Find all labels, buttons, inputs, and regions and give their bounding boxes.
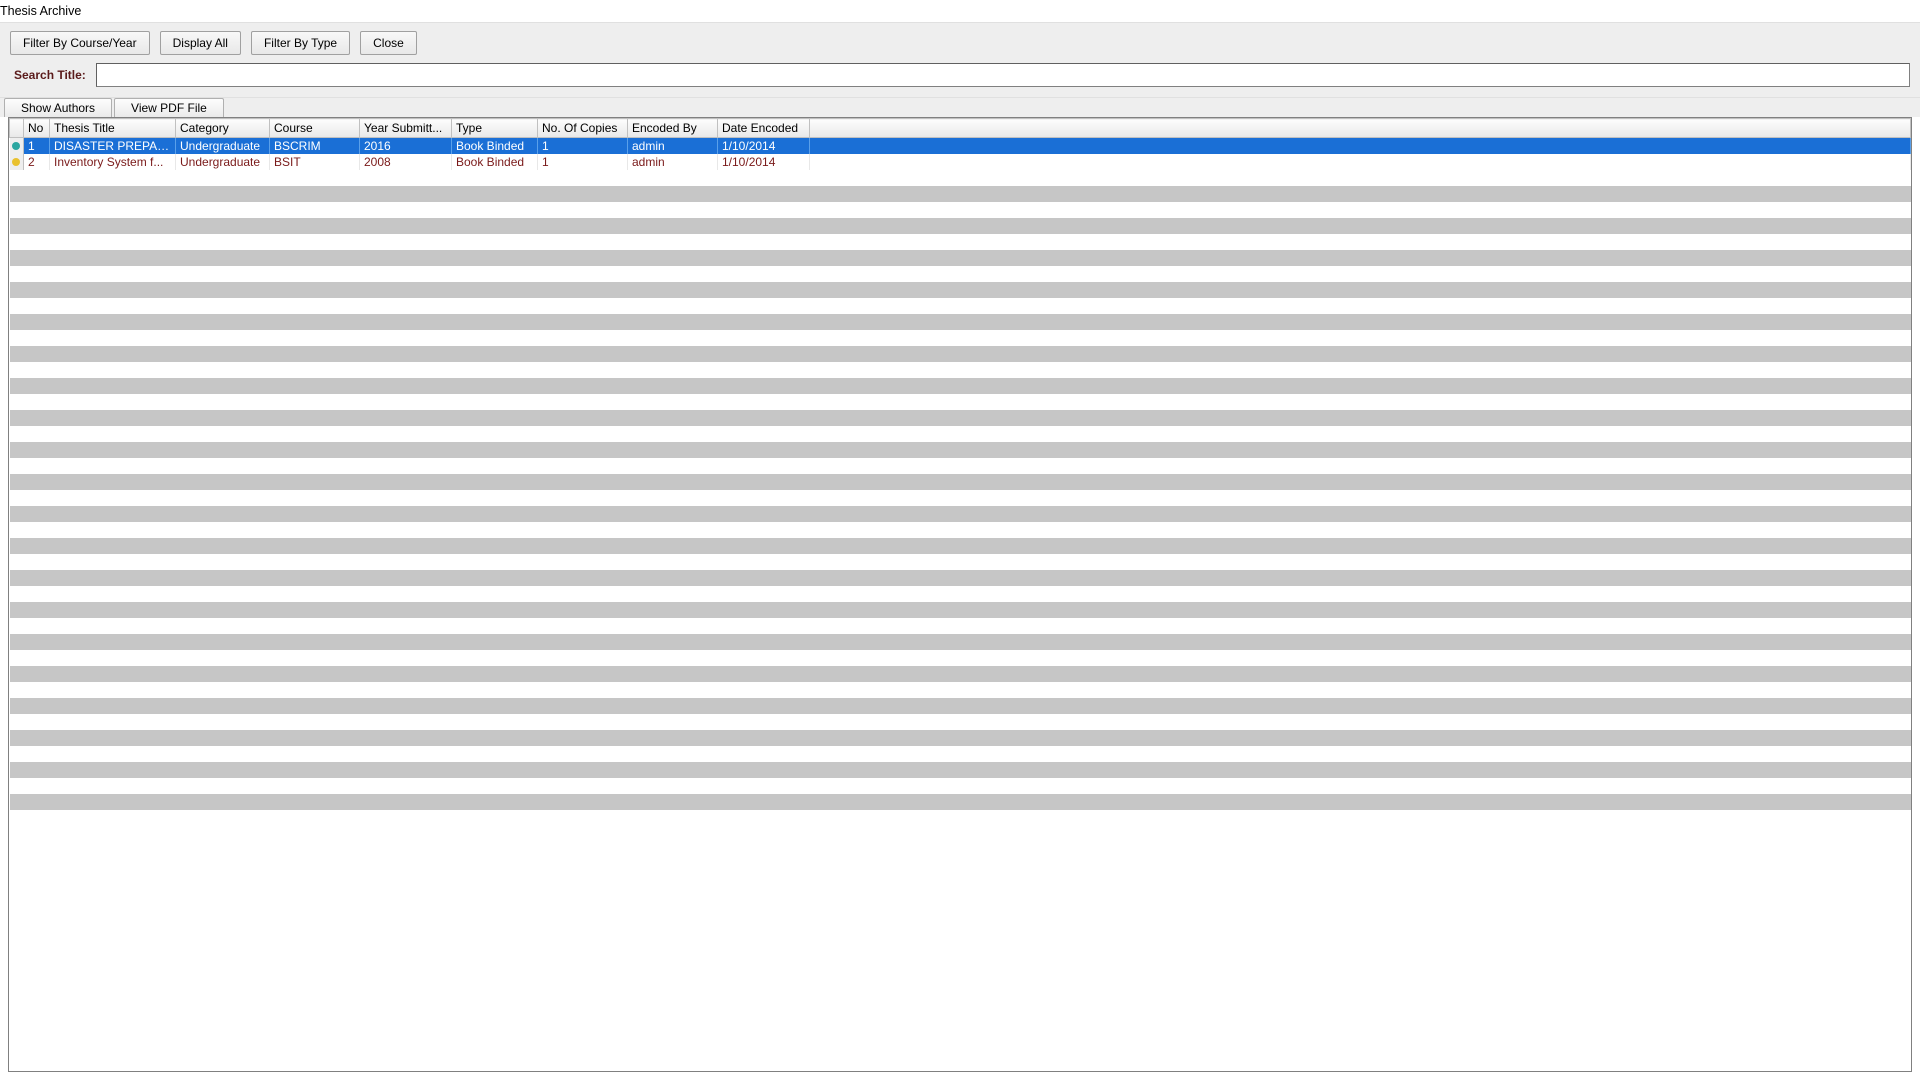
- tab-show-authors[interactable]: Show Authors: [4, 98, 112, 117]
- table-row-empty: [10, 714, 1911, 730]
- indicator-dot-icon: [12, 158, 20, 166]
- display-all-button[interactable]: Display All: [160, 31, 241, 55]
- tab-view-pdf[interactable]: View PDF File: [114, 98, 224, 117]
- table-row-empty: [10, 506, 1911, 522]
- close-button[interactable]: Close: [360, 31, 417, 55]
- table-row-empty: [10, 330, 1911, 346]
- cell-title: DISASTER PREPAR...: [50, 138, 176, 155]
- table-row[interactable]: 1DISASTER PREPAR...UndergraduateBSCRIM20…: [10, 138, 1911, 155]
- table-row-empty: [10, 746, 1911, 762]
- thesis-archive-window: Thesis Archive Filter By Course/Year Dis…: [0, 0, 1920, 1080]
- table-row-empty: [10, 794, 1911, 810]
- table-row-empty: [10, 266, 1911, 282]
- col-encoded-by[interactable]: Encoded By: [628, 119, 718, 138]
- grid-container: No Thesis Title Category Course Year Sub…: [8, 117, 1912, 1072]
- search-input[interactable]: [96, 63, 1910, 87]
- window-title: Thesis Archive: [0, 0, 1920, 22]
- toolbar: Filter By Course/Year Display All Filter…: [0, 22, 1920, 98]
- col-category[interactable]: Category: [176, 119, 270, 138]
- cell-category: Undergraduate: [176, 138, 270, 155]
- table-row-empty: [10, 170, 1911, 186]
- table-row-empty: [10, 682, 1911, 698]
- table-row-empty: [10, 346, 1911, 362]
- table-row-empty: [10, 650, 1911, 666]
- table-row-empty: [10, 618, 1911, 634]
- table-row-empty: [10, 410, 1911, 426]
- table-row-empty: [10, 234, 1911, 250]
- cell-copies: 1: [538, 138, 628, 155]
- table-row-empty: [10, 362, 1911, 378]
- grid-body: 1DISASTER PREPAR...UndergraduateBSCRIM20…: [10, 138, 1911, 811]
- table-row-empty: [10, 634, 1911, 650]
- cell-year: 2008: [360, 154, 452, 170]
- table-row-empty: [10, 250, 1911, 266]
- col-copies[interactable]: No. Of Copies: [538, 119, 628, 138]
- table-row-empty: [10, 458, 1911, 474]
- table-row-empty: [10, 282, 1911, 298]
- col-filler: [810, 119, 1911, 138]
- table-row-empty: [10, 602, 1911, 618]
- cell-copies: 1: [538, 154, 628, 170]
- table-row-empty: [10, 490, 1911, 506]
- row-indicator: [10, 154, 24, 170]
- table-row-empty: [10, 538, 1911, 554]
- table-row-empty: [10, 378, 1911, 394]
- cell-no: 2: [24, 154, 50, 170]
- table-row-empty: [10, 586, 1911, 602]
- table-row-empty: [10, 314, 1911, 330]
- grid-header: No Thesis Title Category Course Year Sub…: [10, 119, 1911, 138]
- cell-title: Inventory System f...: [50, 154, 176, 170]
- table-row-empty: [10, 762, 1911, 778]
- table-row-empty: [10, 522, 1911, 538]
- table-row-empty: [10, 298, 1911, 314]
- table-row-empty: [10, 666, 1911, 682]
- tab-row: Show Authors View PDF File: [0, 98, 1920, 117]
- indicator-dot-icon: [12, 142, 20, 150]
- col-year[interactable]: Year Submitt...: [360, 119, 452, 138]
- cell-course: BSIT: [270, 154, 360, 170]
- row-indicator: [10, 138, 24, 155]
- table-row-empty: [10, 442, 1911, 458]
- table-row-empty: [10, 218, 1911, 234]
- table-row-empty: [10, 730, 1911, 746]
- filter-type-button[interactable]: Filter By Type: [251, 31, 350, 55]
- col-date[interactable]: Date Encoded: [718, 119, 810, 138]
- cell-encoded_by: admin: [628, 154, 718, 170]
- table-row-empty: [10, 394, 1911, 410]
- cell-filler: [810, 138, 1911, 155]
- cell-date: 1/10/2014: [718, 138, 810, 155]
- toolbar-buttons: Filter By Course/Year Display All Filter…: [10, 31, 1910, 55]
- cell-category: Undergraduate: [176, 154, 270, 170]
- col-course[interactable]: Course: [270, 119, 360, 138]
- table-row-empty: [10, 778, 1911, 794]
- col-type[interactable]: Type: [452, 119, 538, 138]
- table-row-empty: [10, 570, 1911, 586]
- table-row-empty: [10, 186, 1911, 202]
- cell-year: 2016: [360, 138, 452, 155]
- thesis-grid[interactable]: No Thesis Title Category Course Year Sub…: [9, 118, 1911, 810]
- table-row-empty: [10, 202, 1911, 218]
- cell-type: Book Binded: [452, 138, 538, 155]
- cell-type: Book Binded: [452, 154, 538, 170]
- search-label: Search Title:: [10, 68, 86, 82]
- search-row: Search Title:: [10, 63, 1910, 87]
- table-row-empty: [10, 554, 1911, 570]
- cell-course: BSCRIM: [270, 138, 360, 155]
- cell-date: 1/10/2014: [718, 154, 810, 170]
- col-no[interactable]: No: [24, 119, 50, 138]
- table-row-empty: [10, 698, 1911, 714]
- table-row[interactable]: 2Inventory System f...UndergraduateBSIT2…: [10, 154, 1911, 170]
- table-row-empty: [10, 426, 1911, 442]
- col-title[interactable]: Thesis Title: [50, 119, 176, 138]
- cell-encoded_by: admin: [628, 138, 718, 155]
- filter-course-year-button[interactable]: Filter By Course/Year: [10, 31, 150, 55]
- cell-no: 1: [24, 138, 50, 155]
- cell-filler: [810, 154, 1911, 170]
- table-row-empty: [10, 474, 1911, 490]
- col-indicator[interactable]: [10, 119, 24, 138]
